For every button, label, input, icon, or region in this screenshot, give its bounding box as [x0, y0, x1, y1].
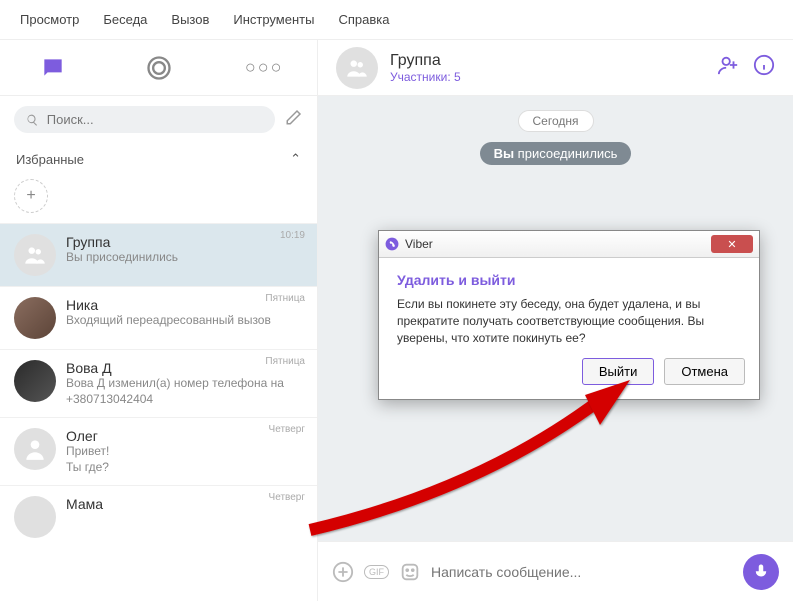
- dialog-confirm-button[interactable]: Выйти: [582, 358, 655, 385]
- chat-time: Четверг: [269, 492, 305, 503]
- sidebar: ○○○ Избранные ⌃ + Группа Вы присоединили…: [0, 40, 318, 601]
- dialog-body-text: Если вы покинете эту беседу, она будет у…: [397, 296, 741, 346]
- menu-view[interactable]: Просмотр: [20, 12, 79, 27]
- chat-name: Олег: [66, 428, 303, 444]
- chat-preview: Вы присоединились: [66, 250, 303, 266]
- avatar: [14, 360, 56, 402]
- system-message-joined: Вы присоединились: [480, 142, 632, 165]
- mic-icon: [752, 563, 770, 581]
- message-input-bar: GIF: [318, 541, 793, 601]
- attach-icon[interactable]: [332, 561, 354, 583]
- date-divider: Сегодня: [518, 110, 594, 132]
- menu-call[interactable]: Вызов: [171, 12, 209, 27]
- chat-header: Группа Участники: 5: [318, 40, 793, 96]
- chat-name: Мама: [66, 496, 303, 512]
- chat-time: Пятница: [265, 356, 305, 367]
- chevron-up-icon: ⌃: [290, 151, 301, 167]
- dialog-app-title: Viber: [405, 237, 705, 251]
- tab-more[interactable]: ○○○: [211, 40, 317, 95]
- add-member-icon[interactable]: [717, 54, 739, 81]
- chat-header-title: Группа: [390, 52, 705, 70]
- more-icon: ○○○: [245, 57, 284, 78]
- chat-preview: Вова Д изменил(а) номер телефона на +380…: [66, 376, 303, 407]
- message-input[interactable]: [431, 564, 733, 580]
- chat-preview: Входящий переадресованный вызов: [66, 313, 303, 329]
- chat-icon: [40, 55, 66, 81]
- viber-icon: [385, 237, 399, 251]
- chat-item[interactable]: Олег Привет! Ты где? Четверг: [0, 417, 317, 485]
- chat-time: Пятница: [265, 293, 305, 304]
- avatar: [14, 297, 56, 339]
- gif-icon[interactable]: GIF: [364, 565, 389, 579]
- chat-item-group[interactable]: Группа Вы присоединились 10:19: [0, 223, 317, 286]
- tab-chats[interactable]: [0, 40, 106, 95]
- sticker-icon[interactable]: [399, 561, 421, 583]
- chat-time: Четверг: [269, 424, 305, 435]
- search-icon: [26, 113, 39, 127]
- tab-discover[interactable]: [106, 40, 212, 95]
- info-icon[interactable]: [753, 54, 775, 81]
- avatar: [14, 496, 56, 538]
- discover-icon: [145, 54, 173, 82]
- chat-time: 10:19: [280, 230, 305, 241]
- dialog-cancel-button[interactable]: Отмена: [664, 358, 745, 385]
- add-favorite-button[interactable]: +: [14, 179, 48, 213]
- group-avatar-icon: [336, 47, 378, 89]
- favorites-header[interactable]: Избранные ⌃: [0, 143, 317, 175]
- menu-help[interactable]: Справка: [338, 12, 389, 27]
- chat-name: Группа: [66, 234, 303, 250]
- chat-header-subtitle[interactable]: Участники: 5: [390, 70, 705, 84]
- avatar: [14, 428, 56, 470]
- menubar: Просмотр Беседа Вызов Инструменты Справк…: [0, 0, 793, 40]
- chat-item[interactable]: Мама Четверг: [0, 485, 317, 548]
- chat-item[interactable]: Вова Д Вова Д изменил(а) номер телефона …: [0, 349, 317, 417]
- voice-message-button[interactable]: [743, 554, 779, 590]
- search-field[interactable]: [14, 106, 275, 133]
- chat-item[interactable]: Ника Входящий переадресованный вызов Пят…: [0, 286, 317, 349]
- group-avatar-icon: [14, 234, 56, 276]
- chat-preview: Привет! Ты где?: [66, 444, 303, 475]
- search-input[interactable]: [47, 112, 263, 127]
- menu-chat[interactable]: Беседа: [103, 12, 147, 27]
- dialog-heading: Удалить и выйти: [397, 272, 741, 288]
- favorites-title: Избранные: [16, 152, 84, 167]
- confirm-dialog: Viber ✕ Удалить и выйти Если вы покинете…: [378, 230, 760, 400]
- compose-icon[interactable]: [285, 108, 303, 131]
- dialog-close-button[interactable]: ✕: [711, 235, 753, 253]
- menu-tools[interactable]: Инструменты: [233, 12, 314, 27]
